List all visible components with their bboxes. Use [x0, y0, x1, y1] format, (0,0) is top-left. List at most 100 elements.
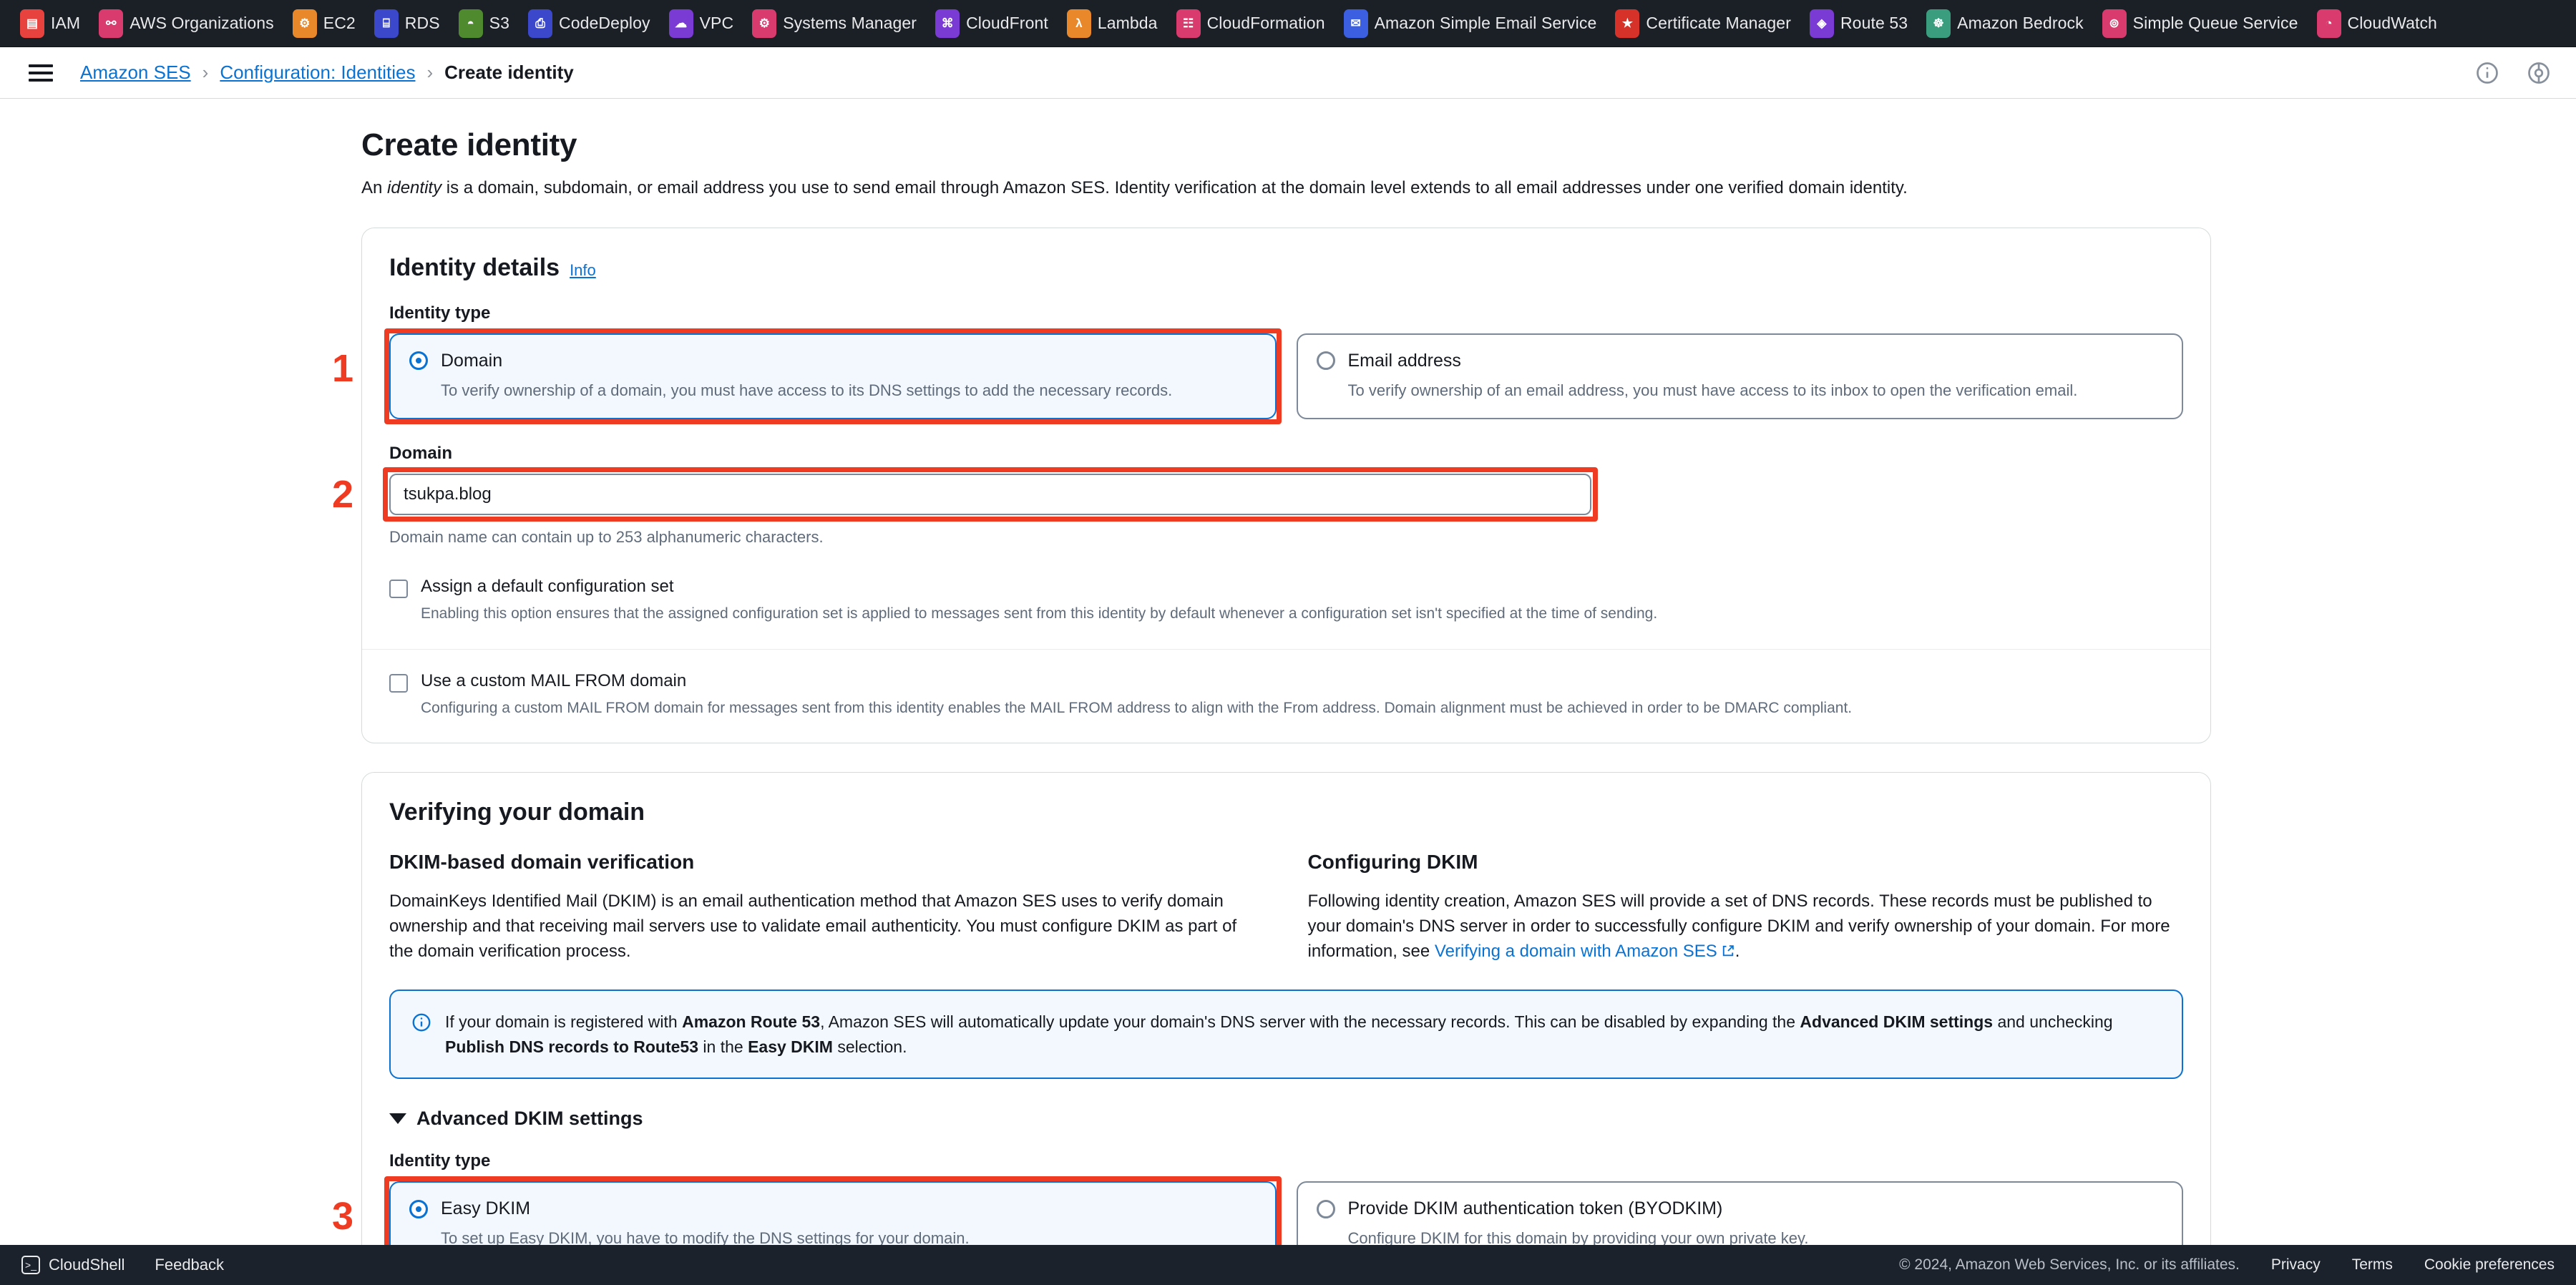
radio-card-byodkim-description: Configure DKIM for this domain by provid… [1347, 1229, 1809, 1245]
footer-link-cookie-preferences[interactable]: Cookie preferences [2424, 1256, 2555, 1274]
identity-type-label: Identity type [389, 303, 491, 323]
bookmark-label: CloudFormation [1206, 14, 1325, 32]
custom-mail-from-domain-checkbox[interactable] [389, 673, 408, 693]
bookmark-aws-organizations[interactable]: ⚯ AWS Organizations [92, 6, 281, 41]
breadcrumb-item-create-identity: Create identity [444, 62, 574, 83]
radio-indicator-easy-dkim[interactable] [409, 1199, 428, 1218]
bookmark-label: IAM [51, 14, 81, 32]
radio-card-byodkim[interactable]: Provide DKIM authentication token (BYODK… [1296, 1181, 2183, 1245]
domain-field-hint: Domain name can contain up to 253 alphan… [389, 528, 824, 547]
bookmark-lambda[interactable]: λ Lambda [1060, 6, 1165, 41]
bookmark-codedeploy[interactable]: ⎙ CodeDeploy [521, 6, 658, 41]
page-scroll-region[interactable]: Create identity An identity is a domain,… [0, 99, 2576, 1245]
assign-default-configuration-set-description: Enabling this option ensures that the as… [421, 605, 1658, 622]
custom-mail-from-domain-row[interactable]: Use a custom MAIL FROM domain Configurin… [389, 671, 2183, 718]
domain-input[interactable] [389, 474, 1591, 516]
info-link[interactable]: Info [570, 261, 596, 279]
dkim-based-verification-column: DKIM-based domain verification DomainKey… [389, 851, 1265, 964]
bookmark-label: AWS Organizations [130, 14, 274, 32]
bookmark-label: Systems Manager [783, 14, 917, 32]
footer-link-terms[interactable]: Terms [2352, 1256, 2393, 1274]
page-description-pre: An [361, 178, 388, 197]
advanced-dkim-settings-expander[interactable]: Advanced DKIM settings [389, 1108, 2183, 1130]
cloudshell-button[interactable]: >_ CloudShell [21, 1256, 125, 1274]
assign-default-configuration-set-label: Assign a default configuration set [421, 577, 674, 597]
bookmark-label: Simple Queue Service [2132, 14, 2298, 32]
identity-details-title: Identity details [389, 253, 560, 281]
ec2-icon: ⚙ [292, 9, 317, 38]
bookmark-amazon-bedrock[interactable]: ☸ Amazon Bedrock [1919, 6, 2091, 41]
custom-mail-from-domain-description: Configuring a custom MAIL FROM domain fo… [421, 699, 1853, 716]
dkim-based-verification-body: DomainKeys Identified Mail (DKIM) is an … [389, 891, 1237, 961]
bookmark-label: VPC [699, 14, 734, 32]
bookmark-label: CloudFront [966, 14, 1048, 32]
radio-card-easy-dkim[interactable]: Easy DKIM To set up Easy DKIM, you have … [384, 1176, 1281, 1245]
page-description: An identity is a domain, subdomain, or e… [361, 176, 2211, 200]
identity-type-radio-group: Domain To verify ownership of a domain, … [384, 328, 2183, 424]
feedback-button[interactable]: Feedback [155, 1256, 224, 1274]
browser-bookmark-bar: ▤ IAM ⚯ AWS Organizations ⚙ EC2 ⌸ RDS ◓ S3 ⎙ CodeDe… [0, 0, 2576, 47]
organizations-icon: ⚯ [99, 9, 124, 38]
bookmark-vpc[interactable]: ☁ VPC [662, 6, 741, 41]
breadcrumb-item-configuration-identities[interactable]: Configuration: Identities [220, 62, 415, 84]
radio-card-email-address[interactable]: Email address To verify ownership of an … [1296, 333, 2183, 420]
bookmark-label: Lambda [1097, 14, 1158, 32]
bookmark-systems-manager[interactable]: ⚙ Systems Manager [745, 6, 924, 41]
sqs-icon: ⊚ [2102, 9, 2127, 38]
alert-text-p2: , Amazon SES will automatically update y… [820, 1012, 1800, 1032]
s3-icon: ◓ [458, 9, 483, 38]
advanced-identity-type-label: Identity type [389, 1151, 491, 1171]
dkim-based-verification-title: DKIM-based domain verification [389, 850, 695, 873]
bookmark-cloudfront[interactable]: ⌘ CloudFront [928, 6, 1055, 41]
bookmark-certificate-manager[interactable]: ★ Certificate Manager [1608, 6, 1798, 41]
cloudfront-icon: ⌘ [935, 9, 960, 38]
assign-default-configuration-set-row[interactable]: Assign a default configuration set Enabl… [389, 577, 2183, 624]
cloudwatch-icon: ◔ [2316, 9, 2341, 38]
info-circle-icon[interactable] [2474, 60, 2500, 86]
radio-card-domain-description: To verify ownership of a domain, you mus… [441, 381, 1173, 399]
bedrock-icon: ☸ [1926, 9, 1951, 38]
breadcrumb-item-amazon-ses[interactable]: Amazon SES [80, 62, 191, 84]
step-marker-3: 3 [332, 1195, 354, 1238]
bookmark-simple-queue-service[interactable]: ⊚ Simple Queue Service [2095, 6, 2306, 41]
cloudshell-icon: >_ [21, 1256, 40, 1274]
settings-icon[interactable] [2526, 60, 2552, 86]
radio-card-email-address-title: Email address [1347, 350, 1461, 371]
configuring-dkim-title: Configuring DKIM [1307, 850, 1478, 873]
bookmark-label: Certificate Manager [1646, 14, 1791, 32]
bookmark-amazon-simple-email-service[interactable]: ✉ Amazon Simple Email Service [1337, 6, 1604, 41]
radio-card-domain[interactable]: Domain To verify ownership of a domain, … [384, 328, 1281, 424]
radio-card-domain-title: Domain [441, 350, 503, 371]
lambda-icon: λ [1066, 9, 1091, 38]
radio-indicator-byodkim[interactable] [1316, 1199, 1335, 1218]
alert-text-b1: Amazon Route 53 [682, 1012, 821, 1032]
bookmark-label: RDS [404, 14, 440, 32]
configuring-dkim-body-post: . [1735, 941, 1740, 961]
identity-details-container: Identity details Info Identity type 1 Dom… [332, 227, 2211, 743]
verifying-a-domain-link[interactable]: Verifying a domain with Amazon SES [1435, 942, 1717, 961]
page-description-post: is a domain, subdomain, or email address… [441, 178, 1908, 197]
external-link-icon [1722, 944, 1734, 956]
radio-indicator-domain[interactable] [409, 351, 428, 371]
domain-field-label: Domain [389, 444, 453, 464]
bookmark-route-53[interactable]: ◈ Route 53 [1802, 6, 1915, 41]
advanced-dkim-settings-label: Advanced DKIM settings [416, 1108, 643, 1130]
radio-card-easy-dkim-description: To set up Easy DKIM, you have to modify … [441, 1229, 970, 1245]
identity-details-heading-row: Identity details Info [389, 254, 2183, 282]
bookmark-rds[interactable]: ⌸ RDS [367, 6, 447, 41]
bookmark-cloudwatch[interactable]: ◔ CloudWatch [2310, 6, 2444, 41]
bookmark-ec2[interactable]: ⚙ EC2 [286, 6, 363, 41]
assign-default-configuration-set-checkbox[interactable] [389, 580, 408, 599]
radio-card-email-address-description: To verify ownership of an email address,… [1347, 381, 2078, 399]
alert-text-p4: in the [698, 1037, 748, 1056]
bookmark-s3[interactable]: ◓ S3 [452, 6, 517, 41]
hamburger-icon[interactable] [29, 64, 53, 82]
step-marker-2: 2 [332, 473, 354, 517]
configuring-dkim-body: Following identity creation, Amazon SES … [1308, 889, 2184, 964]
alert-text-b4: Easy DKIM [748, 1037, 833, 1056]
footer-link-privacy[interactable]: Privacy [2271, 1256, 2321, 1274]
bookmark-iam[interactable]: ▤ IAM [13, 6, 87, 41]
verifying-your-domain-title: Verifying your domain [389, 798, 645, 826]
bookmark-cloudformation[interactable]: ☷ CloudFormation [1169, 6, 1332, 41]
radio-indicator-email-address[interactable] [1316, 351, 1335, 371]
